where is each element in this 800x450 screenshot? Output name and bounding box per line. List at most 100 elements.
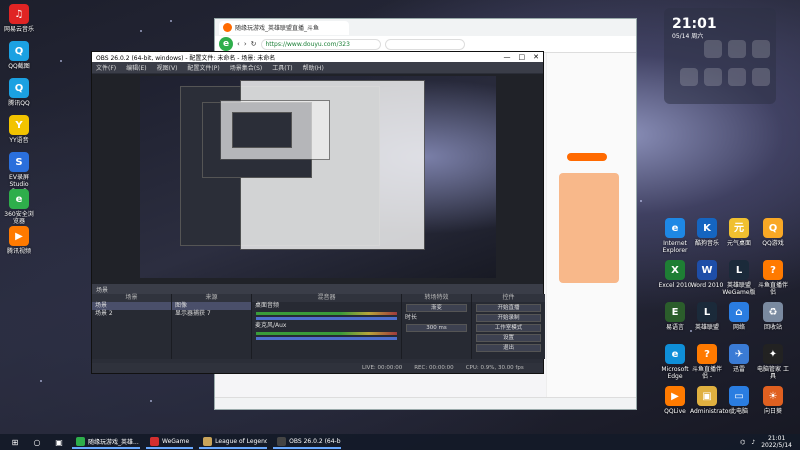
app-icon: L (729, 260, 749, 280)
obs-window[interactable]: OBS 26.0.2 (64-bit, windows) - 配置文件: 未命名… (91, 51, 545, 374)
app-icon: Q (763, 218, 783, 238)
task-view-icon[interactable]: ▣ (52, 435, 66, 449)
desktop-shortcut[interactable]: K 酷狗音乐 (690, 218, 724, 247)
obs-statusbar: LIVE: 00:00:00 REC: 00:00:00 CPU: 0.9%, … (92, 363, 543, 373)
taskbar-clock[interactable]: 21:01 2022/5/14 (761, 435, 792, 449)
desktop-shortcut[interactable]: Q 腾讯QQ (2, 78, 36, 107)
transition-select[interactable]: 渐变 (406, 304, 467, 312)
desktop-shortcut[interactable]: Y YY语音 (2, 115, 36, 144)
desktop-shortcut[interactable]: e Microsoft Edge (658, 344, 692, 380)
widget-shortcut[interactable] (728, 40, 746, 58)
start-recording-button[interactable]: 开始录制 (476, 314, 541, 322)
desktop-shortcut[interactable]: ? 斗鱼直播伴侣 (756, 260, 790, 296)
sources-title: 来源 (172, 294, 251, 302)
duration-input[interactable]: 300 ms (406, 324, 467, 332)
network-icon[interactable]: ⌬ (740, 439, 745, 446)
browser-search-box[interactable] (384, 38, 465, 50)
desktop-shortcut[interactable]: Q QQ游戏 (756, 218, 790, 247)
promo-banner[interactable] (559, 173, 619, 283)
desktop-shortcut[interactable]: L 英雄联盟 (690, 302, 724, 331)
transitions-title: 转场特效 (402, 294, 471, 302)
browser-logo-icon[interactable]: e (219, 37, 233, 51)
source-item[interactable]: 图像 (172, 302, 251, 310)
scene-item[interactable]: 场景 (92, 302, 171, 310)
desktop-shortcut[interactable]: ✦ 电脑管家 工具 (756, 344, 790, 380)
settings-button[interactable]: 设置 (476, 334, 541, 342)
shortcut-label: 腾讯QQ (8, 100, 30, 107)
desktop-shortcut[interactable]: L 英雄联盟 WeGame版 (722, 260, 756, 296)
obs-title: OBS 26.0.2 (64-bit, windows) - 配置文件: 未命名… (96, 54, 276, 62)
taskbar-app[interactable]: League of Legends (199, 435, 268, 449)
obs-menu-item[interactable]: 帮助(H) (303, 63, 324, 72)
desktop-shortcut[interactable]: 元元气桌面 (722, 218, 756, 247)
shortcut-label: YY语音 (9, 137, 29, 144)
app-icon: K (697, 218, 717, 238)
app-icon: ✦ (763, 344, 783, 364)
exit-button[interactable]: 退出 (476, 344, 541, 352)
obs-menu-item[interactable]: 场景集合(S) (230, 63, 263, 72)
widget-shortcut[interactable] (752, 40, 770, 58)
scene-item[interactable]: 场景 2 (92, 310, 171, 318)
desktop-shortcut[interactable]: ✈ 迅雷 (722, 344, 756, 373)
studio-mode-button[interactable]: 工作室模式 (476, 324, 541, 332)
desktop-shortcut[interactable]: ? 斗鱼直播伴侣 - (690, 344, 724, 380)
app-icon: ? (763, 260, 783, 280)
widget-shortcut[interactable] (752, 68, 770, 86)
widget-shortcut[interactable] (728, 68, 746, 86)
app-icon: ♻ (763, 302, 783, 322)
obs-menubar: 文件(F) 编辑(E) 视图(V) 配置文件(P) 场景集合(S) 工具(T) 帮助(H) (92, 62, 543, 73)
forward-icon[interactable]: › (244, 40, 247, 48)
back-icon[interactable]: ‹ (237, 40, 240, 48)
desktop-shortcut[interactable]: e Internet Explorer (658, 218, 692, 254)
refresh-icon[interactable]: ↻ (251, 40, 257, 48)
browser-tabbar: 随缘玩游戏_英雄联盟直播_斗鱼 (215, 19, 636, 36)
taskbar-app-icon (150, 436, 159, 446)
duration-label: 时长 (405, 314, 418, 321)
start-icon[interactable]: ⊞ (8, 435, 22, 449)
maximize-icon[interactable]: □ (519, 53, 526, 61)
volume-slider[interactable] (256, 337, 397, 340)
desktop-shortcut[interactable]: ▶ 腾讯视频 (2, 226, 36, 255)
desktop-shortcut[interactable]: ▶ QQLive (658, 386, 692, 415)
desktop-shortcut[interactable]: ☀ 向日葵 (756, 386, 790, 415)
shortcut-label: 酷狗音乐 (694, 240, 719, 247)
search-icon[interactable]: ○ (30, 435, 44, 449)
app-icon: e (665, 218, 685, 238)
obs-menu-item[interactable]: 文件(F) (96, 63, 116, 72)
minimize-icon[interactable]: — (504, 53, 511, 61)
desktop-shortcut[interactable]: ⌂ 网络 (722, 302, 756, 331)
desktop-shortcut[interactable]: ♻ 回收站 (756, 302, 790, 331)
app-icon: L (697, 302, 717, 322)
desktop-shortcut[interactable]: X Excel 2010 (658, 260, 692, 289)
start-streaming-button[interactable]: 开始直播 (476, 304, 541, 312)
taskbar-app[interactable]: WeGame (146, 435, 194, 449)
obs-menu-item[interactable]: 配置文件(P) (187, 63, 219, 72)
desktop-shortcut[interactable]: ♫ 网易云音乐 (2, 4, 36, 33)
app-icon: ▭ (729, 386, 749, 406)
browser-tab[interactable]: 随缘玩游戏_英雄联盟直播_斗鱼 (219, 20, 349, 35)
desktop-shortcut[interactable]: e 360安全浏览器 (2, 189, 36, 225)
widget-shortcut[interactable] (680, 68, 698, 86)
close-icon[interactable]: ✕ (533, 53, 539, 61)
shortcut-label: 腾讯视频 (6, 248, 31, 255)
address-bar[interactable]: https://www.douyu.com/323 (260, 38, 381, 50)
volume-icon[interactable]: ♪ (751, 439, 755, 446)
desktop-shortcut[interactable]: W Word 2010 (690, 260, 724, 289)
widget-shortcut[interactable] (704, 68, 722, 86)
taskbar-app[interactable]: 随缘玩游戏_英雄... (72, 435, 140, 449)
obs-menu-item[interactable]: 视图(V) (157, 63, 178, 72)
desktop-shortcut[interactable]: ▣ Administrator (690, 386, 731, 415)
taskbar-app[interactable]: OBS 26.0.2 (64-bit... (273, 435, 342, 449)
obs-menu-item[interactable]: 编辑(E) (126, 63, 146, 72)
desktop-shortcut[interactable]: Q QQ截图 (2, 41, 36, 70)
orange-badge[interactable] (567, 153, 607, 161)
widget-shortcut[interactable] (704, 40, 722, 58)
volume-slider[interactable] (256, 317, 397, 320)
source-item[interactable]: 显示器捕获 7 (172, 310, 251, 318)
rec-status: REC: 00:00:00 (414, 365, 454, 371)
desktop-shortcut[interactable]: E 易语言 (658, 302, 692, 331)
obs-menu-item[interactable]: 工具(T) (272, 63, 292, 72)
desktop-shortcut[interactable]: ▭ 此电脑 (722, 386, 756, 415)
douyu-favicon-icon (223, 23, 232, 32)
transitions-dock: 转场特效 渐变 时长 300 ms (402, 294, 472, 359)
